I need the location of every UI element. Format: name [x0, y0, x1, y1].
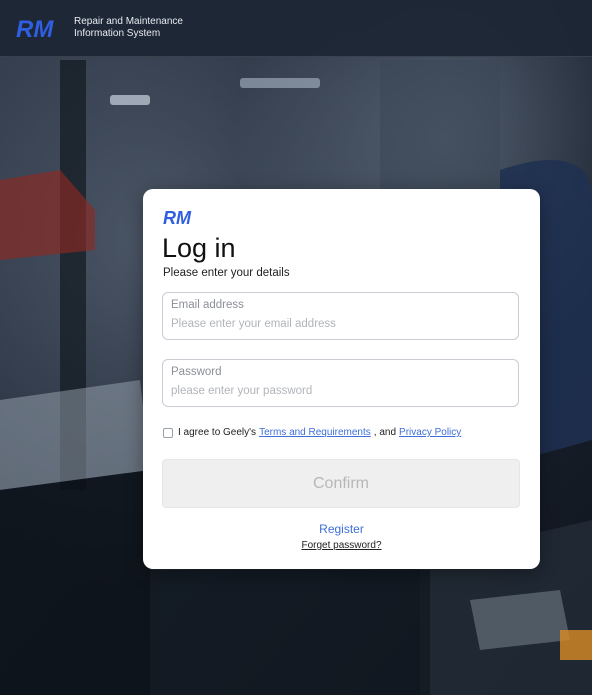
- email-label: Email address: [171, 299, 244, 311]
- agreement-separator: , and: [373, 427, 397, 438]
- email-input[interactable]: [171, 318, 501, 330]
- card-rm-logo: RM: [163, 208, 192, 226]
- agree-checkbox[interactable]: [163, 427, 173, 438]
- password-label: Password: [171, 366, 222, 378]
- top-header-bar: RM Repair and Maintenance Information Sy…: [0, 0, 592, 57]
- confirm-button[interactable]: Confirm: [162, 459, 520, 508]
- login-screen: RM Repair and Maintenance Information Sy…: [0, 0, 592, 695]
- email-field[interactable]: Email address: [162, 292, 519, 340]
- app-name-line2: Information System: [74, 28, 161, 39]
- register-link[interactable]: Register: [143, 522, 540, 536]
- app-name: Repair and Maintenance Information Syste…: [74, 16, 183, 40]
- password-input[interactable]: [171, 385, 501, 397]
- agreement-prefix: I agree to Geely's: [178, 427, 257, 438]
- svg-text:RM: RM: [16, 16, 54, 41]
- page-title: Log in: [162, 233, 236, 263]
- app-name-line1: Repair and Maintenance: [74, 16, 183, 27]
- password-field[interactable]: Password: [162, 359, 519, 407]
- privacy-link[interactable]: Privacy Policy: [399, 427, 461, 438]
- rm-logo: RM: [16, 16, 54, 41]
- terms-link[interactable]: Terms and Requirements: [259, 427, 371, 438]
- svg-text:RM: RM: [163, 208, 192, 226]
- agreement-row: I agree to Geely's Terms and Requirement…: [163, 427, 464, 438]
- forget-password-link[interactable]: Forget password?: [143, 540, 540, 551]
- login-card: RM Log in Please enter your details Emai…: [143, 189, 540, 569]
- page-subtitle: Please enter your details: [163, 267, 290, 279]
